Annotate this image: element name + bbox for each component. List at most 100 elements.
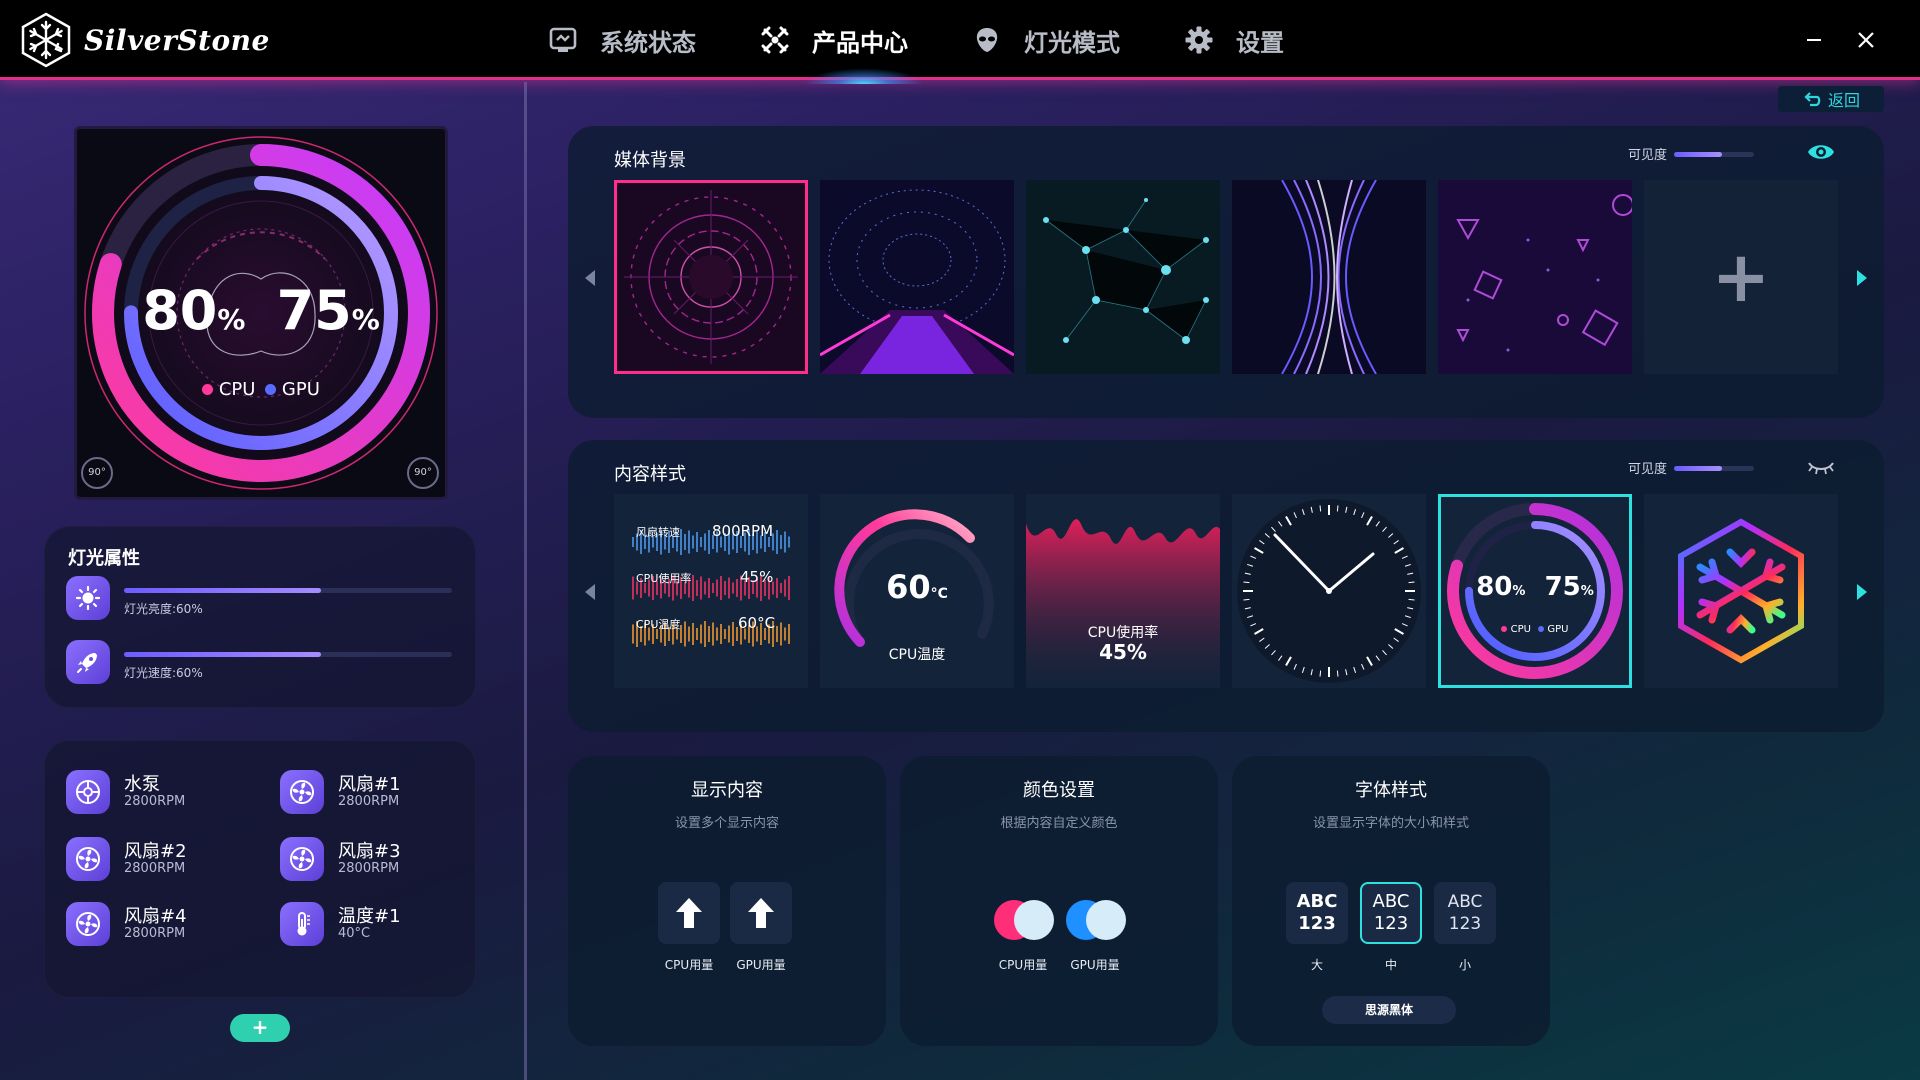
eye-icon[interactable]	[1806, 140, 1836, 164]
equalizer-bar	[704, 621, 706, 647]
content-prev-arrow[interactable]	[580, 580, 600, 604]
back-label: 返回	[1827, 91, 1860, 110]
gpu-legend: GPU	[281, 379, 320, 400]
brightness-label: 灯光亮度:60%	[124, 602, 203, 616]
content-style-logo[interactable]	[1644, 494, 1838, 688]
media-thumb-3[interactable]	[1026, 180, 1220, 374]
unit: %	[1580, 584, 1594, 599]
analog-clock-graphic	[1237, 499, 1421, 683]
device-value: 2800RPM	[338, 794, 400, 809]
rotate-right-label: 90°	[414, 467, 432, 478]
unit: %	[1512, 584, 1526, 599]
nav-settings[interactable]: 设置	[1184, 0, 1284, 80]
color-option-cpu-label: CPU用量	[998, 958, 1048, 972]
media-thumb-1[interactable]	[614, 180, 808, 374]
add-device-button[interactable]: +	[230, 1014, 290, 1042]
usage-value: 45%	[1099, 640, 1147, 664]
font-size-large[interactable]: ABC 123	[1286, 882, 1348, 944]
equalizer-bar	[632, 576, 634, 600]
equalizer-bar	[780, 583, 782, 593]
equalizer-bar	[700, 576, 702, 600]
main-nav: 系统状态 产品中心 灯光模式 设置	[548, 0, 1348, 84]
clock-tick	[1243, 581, 1250, 584]
font-size-small[interactable]: ABC 123	[1434, 882, 1496, 944]
content-next-arrow[interactable]	[1852, 580, 1872, 604]
content-style-usage-wave[interactable]: CPU使用率 45%	[1026, 494, 1220, 688]
equalizer-bar	[688, 626, 690, 642]
font-size-small-label: 小	[1458, 958, 1471, 972]
brightness-slider[interactable]	[124, 588, 452, 593]
media-prev-arrow[interactable]	[580, 266, 600, 290]
device-fan-1[interactable]: 风扇#1 2800RPM	[280, 768, 480, 818]
content-style-bars[interactable]: 风扇转速 800RPM CPU使用率 45% CPU温度 60°C	[614, 494, 808, 688]
brightness-fill	[124, 588, 321, 593]
speed-slider[interactable]	[124, 652, 452, 657]
visibility-fill	[1674, 152, 1722, 157]
color-swatch-gpu[interactable]	[1066, 900, 1126, 942]
equalizer-bar	[692, 623, 694, 645]
pump-icon	[66, 770, 110, 814]
equalizer-bar	[788, 536, 790, 548]
fan-speed-label: 风扇转速	[636, 526, 680, 539]
media-thumb-2[interactable]	[820, 180, 1014, 374]
equalizer-bar	[708, 578, 710, 598]
equalizer-bar	[776, 626, 778, 642]
content-style-clock[interactable]	[1232, 494, 1426, 688]
content-style-temp-gauge[interactable]: 60°C CPU温度	[820, 494, 1014, 688]
content-style-ring[interactable]: 80% 75% CPU GPU	[1438, 494, 1632, 688]
close-icon[interactable]	[1848, 22, 1884, 58]
equalizer-bar	[736, 579, 738, 597]
preview-values: 80% 75%	[77, 279, 445, 342]
unit: %	[217, 303, 246, 336]
device-fan-2[interactable]: 风扇#2 2800RPM	[66, 835, 266, 885]
nav-light-mode[interactable]: 灯光模式	[972, 0, 1120, 80]
nav-system-status[interactable]: 系统状态	[548, 0, 696, 80]
color-option-gpu-label: GPU用量	[1070, 958, 1120, 972]
color-swatch-cpu[interactable]	[994, 900, 1054, 942]
device-fan-3[interactable]: 风扇#3 2800RPM	[280, 835, 480, 885]
equalizer-bar	[708, 626, 710, 642]
clock-tick	[1336, 670, 1339, 677]
content-visibility-slider[interactable]	[1674, 466, 1754, 471]
media-image-light-streams	[1232, 180, 1426, 374]
clock-tick	[1319, 670, 1322, 677]
nav-label: 产品中心	[812, 28, 908, 57]
fan-icon	[761, 26, 789, 54]
title-bar: SilverStone 系统状态 产品中心 灯光模式 设置	[0, 0, 1920, 84]
equalizer-bar	[708, 530, 710, 554]
equalizer-bar	[696, 580, 698, 596]
arrow-up-icon	[676, 898, 702, 928]
ring-legend: CPU GPU	[1438, 624, 1632, 635]
display-option-gpu[interactable]	[730, 882, 792, 944]
equalizer-bar	[788, 576, 790, 600]
device-pump[interactable]: 水泵 2800RPM	[66, 768, 266, 818]
font-family-selector[interactable]: 思源黑体	[1322, 996, 1456, 1024]
cpu-dot	[1501, 626, 1508, 632]
media-next-arrow[interactable]	[1852, 266, 1872, 290]
display-option-cpu[interactable]	[658, 882, 720, 944]
speed-label: 灯光速度:60%	[124, 666, 203, 680]
brand-name: SilverStone	[84, 23, 270, 57]
back-button[interactable]: 返回	[1778, 86, 1884, 112]
media-visibility-slider[interactable]	[1674, 152, 1754, 157]
lcd-preview: 80% 75% CPU GPU 90° 90°	[74, 126, 448, 500]
rotate-left-button[interactable]: 90°	[81, 457, 113, 489]
media-thumb-5[interactable]	[1438, 180, 1632, 374]
font-size-medium[interactable]: ABC 123	[1360, 882, 1422, 944]
minimize-icon[interactable]	[1796, 22, 1832, 58]
font-sample-digits: 123	[1373, 913, 1409, 934]
media-image-geometric	[1438, 180, 1632, 374]
device-name: 水泵	[124, 774, 160, 795]
cpu-value: 80	[142, 279, 218, 342]
device-fan-4[interactable]: 风扇#4 2800RPM	[66, 900, 266, 950]
add-media-button[interactable]: +	[1644, 180, 1838, 374]
eye-closed-icon[interactable]	[1806, 454, 1836, 478]
device-temp-1[interactable]: 温度#1 40°C	[280, 900, 480, 950]
nav-product-center[interactable]: 产品中心	[760, 0, 924, 84]
rotate-right-button[interactable]: 90°	[407, 457, 439, 489]
media-thumb-4[interactable]	[1232, 180, 1426, 374]
temp-value: 60	[886, 568, 931, 606]
equalizer-bar	[788, 624, 790, 644]
color-settings-card: 颜色设置 根据内容自定义颜色 CPU用量 GPU用量	[900, 756, 1218, 1046]
display-content-subtitle: 设置多个显示内容	[674, 816, 779, 831]
